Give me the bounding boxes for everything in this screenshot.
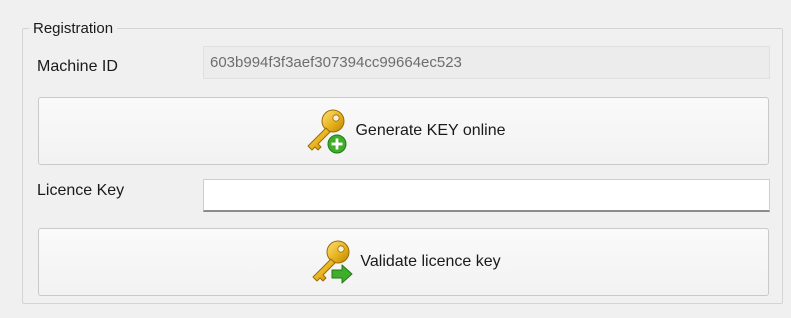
generate-key-online-button-content: Generate KEY online [301,106,506,156]
licence-key-input[interactable] [203,179,770,212]
machine-id-field: 603b994f3f3aef307394cc99664ec523 [203,46,770,79]
validate-licence-key-button[interactable]: Validate licence key [38,228,769,296]
machine-id-label: Machine ID [37,58,118,75]
validate-licence-key-label: Validate licence key [360,253,501,270]
registration-window: Registration Machine ID 603b994f3f3aef30… [0,0,791,318]
validate-licence-key-button-content: Validate licence key [306,237,501,287]
registration-group-title: Registration [33,20,114,37]
generate-key-online-button[interactable]: Generate KEY online [38,97,769,165]
licence-key-label: Licence Key [37,182,125,199]
key-add-icon [301,106,351,156]
key-forward-icon [306,237,356,287]
generate-key-online-label: Generate KEY online [355,122,506,139]
